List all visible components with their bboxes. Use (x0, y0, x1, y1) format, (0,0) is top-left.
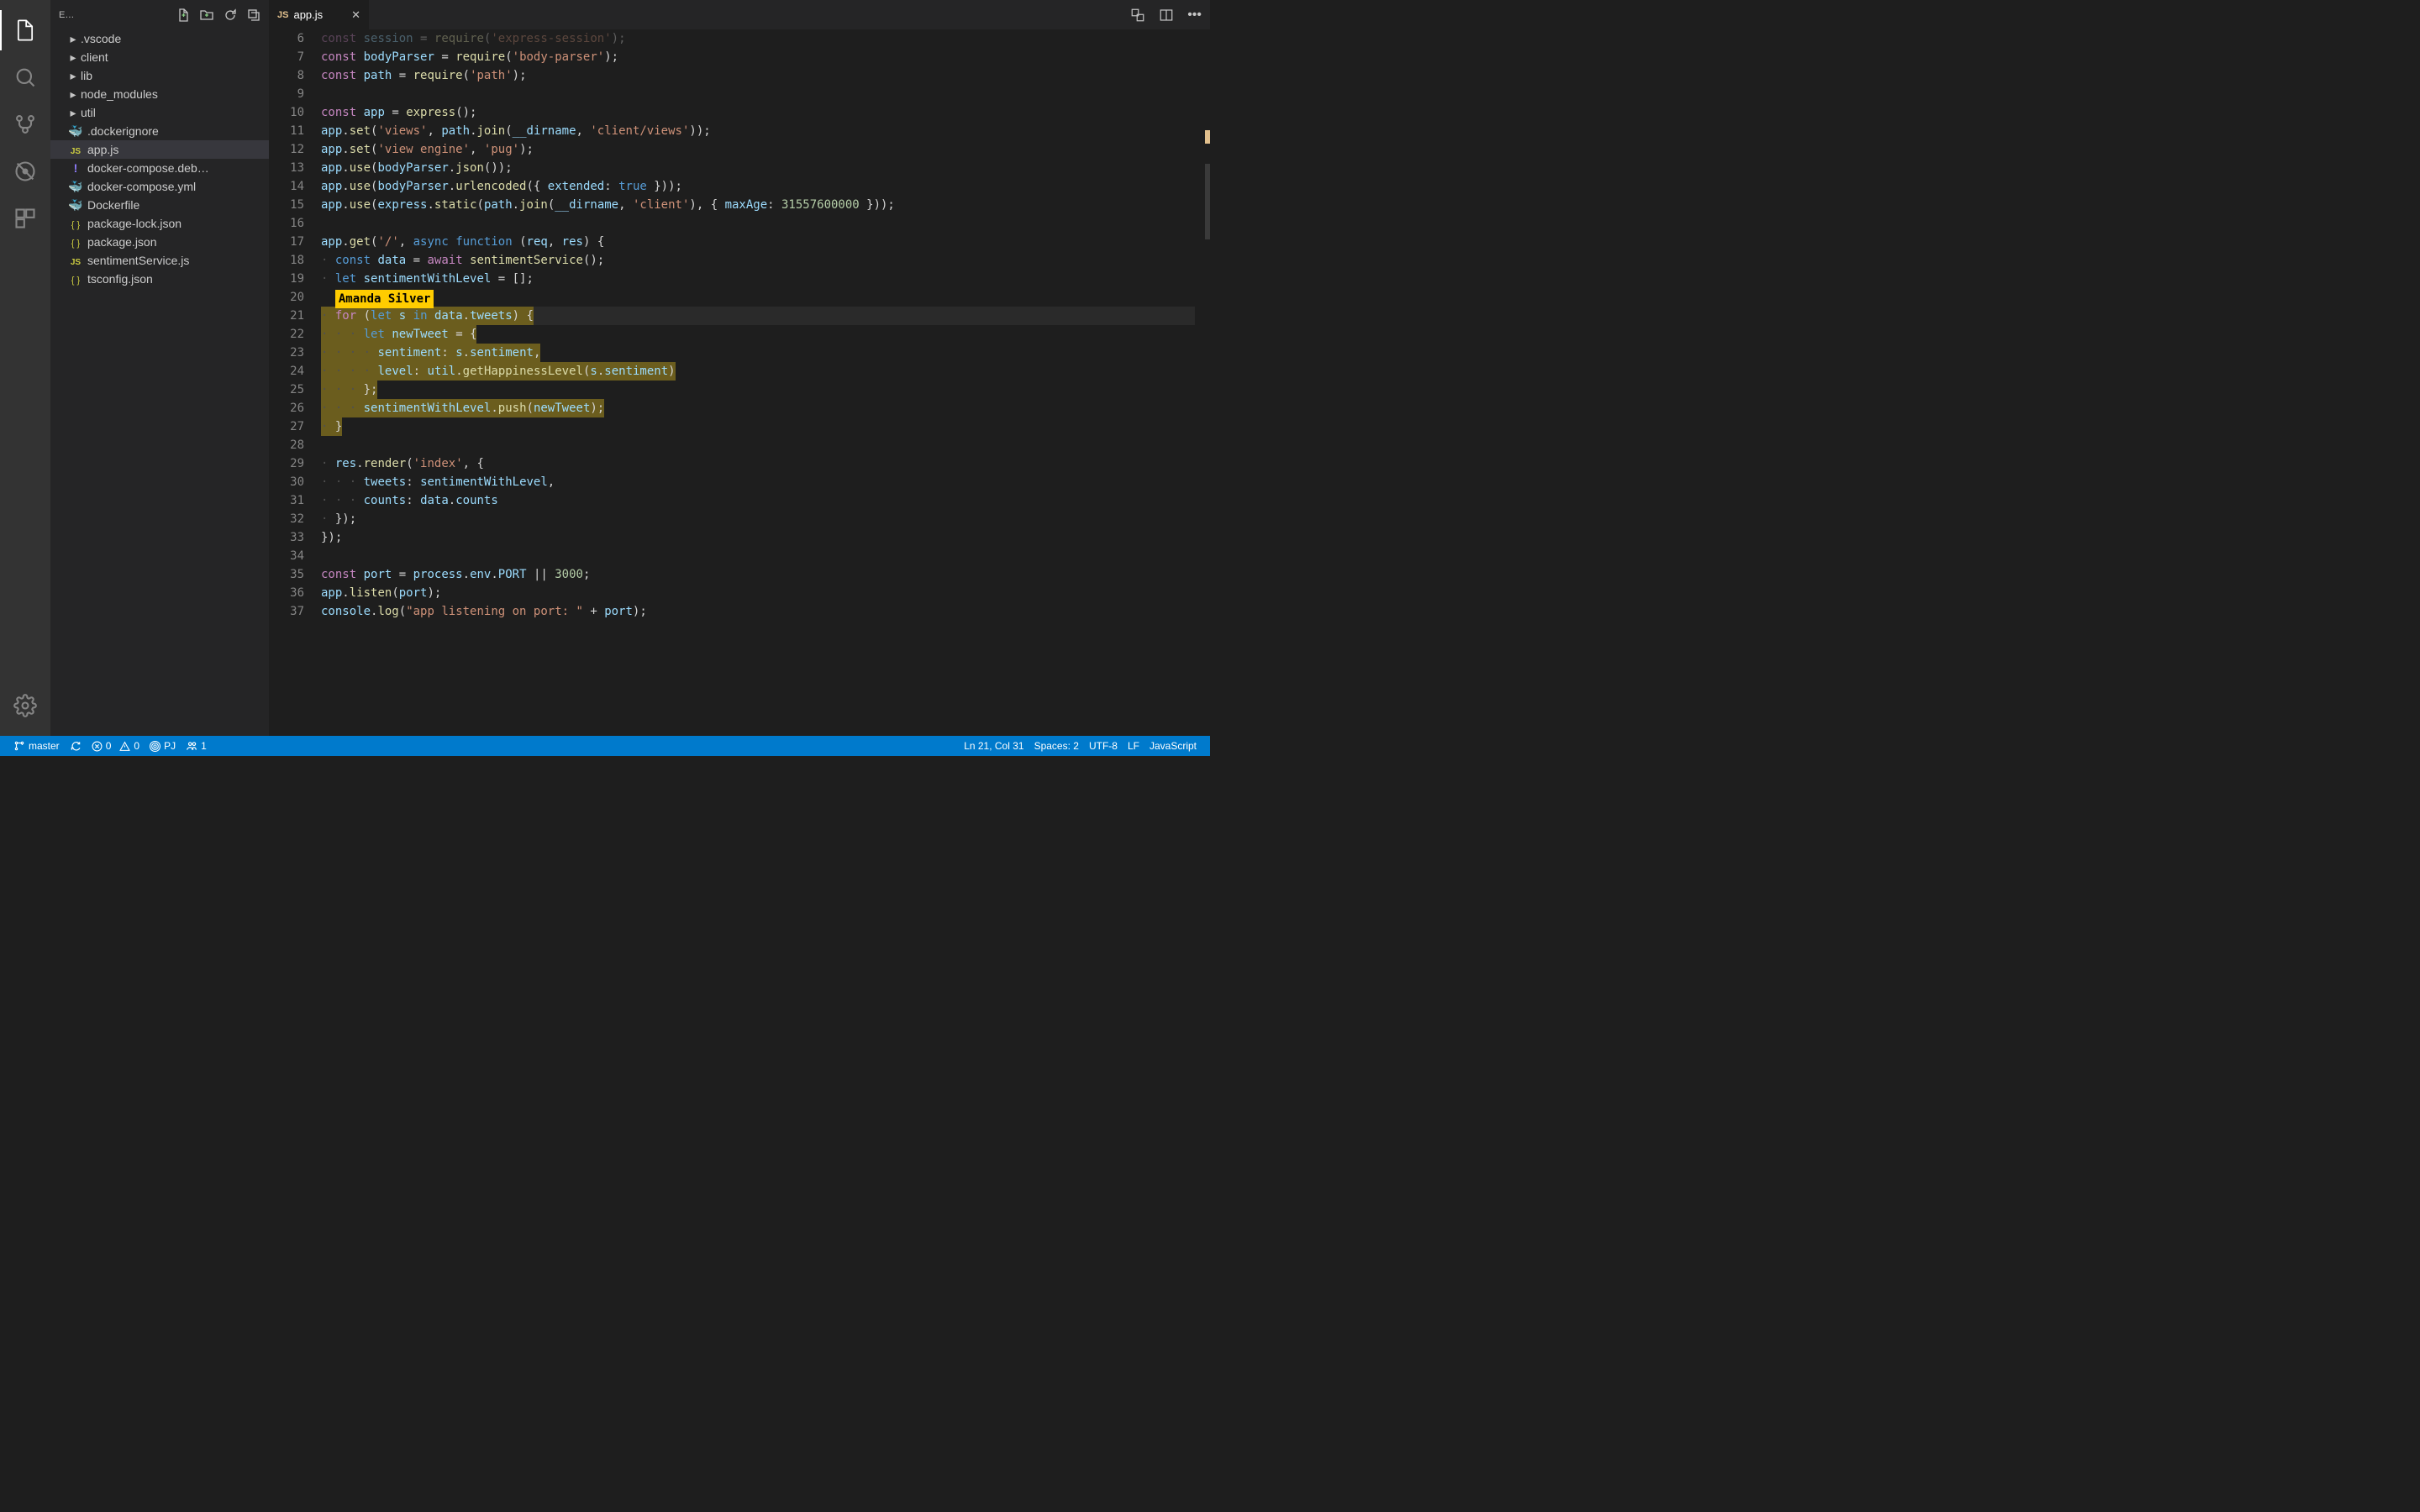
file-label: tsconfig.json (87, 272, 153, 286)
js-file-icon: JS (277, 10, 288, 20)
activity-settings-icon[interactable] (5, 685, 45, 726)
participants[interactable]: 1 (181, 736, 212, 756)
activity-files-icon[interactable] (5, 10, 45, 50)
js-file-icon: JS (71, 147, 81, 156)
find-replace-icon[interactable] (1130, 8, 1145, 23)
refresh-icon[interactable] (224, 8, 237, 22)
language-mode[interactable]: JavaScript (1144, 740, 1202, 752)
file-row[interactable]: ! docker-compose.deb… (50, 159, 269, 177)
activity-debug-icon[interactable] (5, 151, 45, 192)
activity-scm-icon[interactable] (5, 104, 45, 144)
json-file-icon: { } (71, 239, 80, 249)
file-row[interactable]: 🐳 .dockerignore (50, 122, 269, 140)
indentation[interactable]: Spaces: 2 (1029, 740, 1084, 752)
problems[interactable]: 0 0 (87, 736, 145, 756)
close-icon[interactable]: ✕ (351, 8, 360, 22)
chevron-right-icon: ▸ (67, 69, 79, 83)
explorer-title: E… (59, 10, 74, 20)
live-share[interactable]: PJ (145, 736, 181, 756)
file-row[interactable]: { } tsconfig.json (50, 270, 269, 288)
exclaim-icon: ! (74, 161, 78, 175)
folder-label: client (81, 50, 108, 64)
file-row[interactable]: { } package.json (50, 233, 269, 251)
docker-icon: 🐳 (68, 180, 82, 193)
chevron-right-icon: ▸ (67, 106, 79, 120)
folder-label: util (81, 106, 96, 119)
line-gutter: 6789101112131415161718192021222324252627… (269, 29, 321, 736)
folder-row[interactable]: ▸client (50, 48, 269, 66)
js-file-icon: JS (71, 258, 81, 267)
minimap[interactable] (1195, 29, 1210, 736)
chevron-right-icon: ▸ (67, 50, 79, 65)
editor-body[interactable]: 6789101112131415161718192021222324252627… (269, 29, 1210, 736)
encoding[interactable]: UTF-8 (1084, 740, 1123, 752)
tab-bar: JS app.js ✕ ••• (269, 0, 1210, 29)
file-label: docker-compose.yml (87, 180, 196, 193)
activity-extensions-icon[interactable] (5, 198, 45, 239)
tab-label: app.js (293, 8, 323, 21)
chevron-right-icon: ▸ (67, 32, 79, 46)
folder-row[interactable]: ▸lib (50, 66, 269, 85)
sync-icon[interactable] (65, 736, 87, 756)
file-label: Dockerfile (87, 198, 139, 212)
status-bar: master 0 0 PJ 1 Ln 21, Col 31 Spaces: 2 … (0, 736, 1210, 756)
split-editor-icon[interactable] (1159, 8, 1174, 23)
blame-label: Amanda Silver (335, 290, 434, 308)
docker-icon: 🐳 (68, 198, 82, 212)
file-tree: ▸.vscode▸client▸lib▸node_modules▸util🐳.d… (50, 29, 269, 736)
file-row[interactable]: { } package-lock.json (50, 214, 269, 233)
file-label: app.js (87, 143, 118, 156)
folder-row[interactable]: ▸util (50, 103, 269, 122)
file-label: sentimentService.js (87, 254, 189, 267)
file-row[interactable]: JS app.js (50, 140, 269, 159)
file-label: package.json (87, 235, 157, 249)
eol[interactable]: LF (1123, 740, 1144, 752)
new-folder-icon[interactable] (200, 8, 213, 22)
new-file-icon[interactable] (176, 8, 190, 22)
code-content[interactable]: const session = require('express-session… (321, 29, 1195, 736)
folder-label: .vscode (81, 32, 121, 45)
json-file-icon: { } (71, 220, 80, 230)
folder-label: node_modules (81, 87, 158, 101)
file-label: .dockerignore (87, 124, 159, 138)
explorer-header: E… (50, 0, 269, 29)
activity-bar (0, 0, 50, 736)
json-file-icon: { } (71, 276, 80, 286)
editor-area: JS app.js ✕ ••• 678910111213141516171819… (269, 0, 1210, 736)
more-icon[interactable]: ••• (1187, 8, 1202, 23)
folder-row[interactable]: ▸.vscode (50, 29, 269, 48)
docker-icon: 🐳 (68, 124, 82, 138)
activity-search-icon[interactable] (5, 57, 45, 97)
tab-app-js[interactable]: JS app.js ✕ (269, 0, 370, 29)
file-label: package-lock.json (87, 217, 182, 230)
collapse-all-icon[interactable] (247, 8, 260, 22)
file-row[interactable]: 🐳 Dockerfile (50, 196, 269, 214)
file-label: docker-compose.deb… (87, 161, 209, 175)
file-row[interactable]: JS sentimentService.js (50, 251, 269, 270)
git-branch[interactable]: master (8, 736, 65, 756)
cursor-position[interactable]: Ln 21, Col 31 (959, 740, 1028, 752)
file-row[interactable]: 🐳 docker-compose.yml (50, 177, 269, 196)
explorer-sidebar: E… ▸.vscode▸client▸lib▸node_modules▸util… (50, 0, 269, 736)
chevron-right-icon: ▸ (67, 87, 79, 102)
folder-label: lib (81, 69, 92, 82)
folder-row[interactable]: ▸node_modules (50, 85, 269, 103)
